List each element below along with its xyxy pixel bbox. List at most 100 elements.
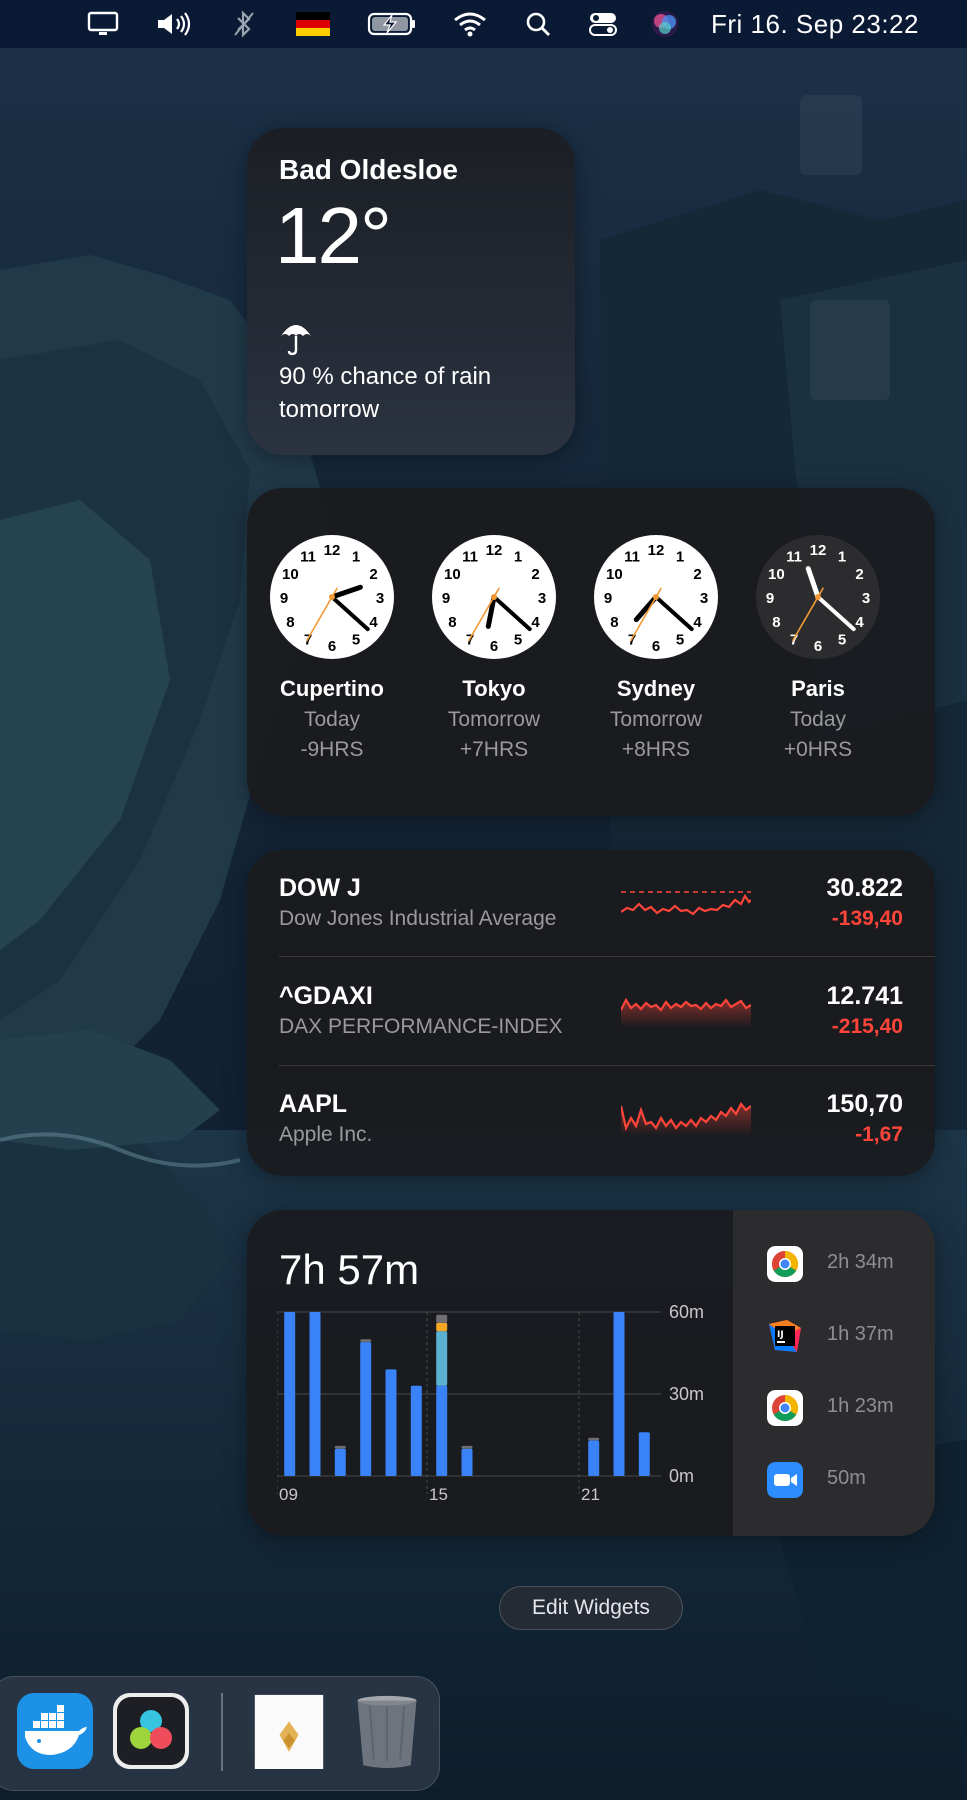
usage-bar (284, 1312, 296, 1476)
stocks-widget[interactable]: DOW J Dow Jones Industrial Average 30.82… (247, 850, 935, 1176)
usage-bar (410, 1385, 422, 1476)
svg-text:5: 5 (676, 632, 684, 649)
docker-icon[interactable] (17, 1693, 93, 1769)
svg-text:12: 12 (324, 542, 341, 559)
world-clock-tokyo[interactable]: 123456789101112TokyoTomorrow+7HRS (419, 534, 569, 762)
stock-change: -215,40 (831, 1015, 903, 1038)
battery-charging-icon[interactable] (366, 0, 418, 48)
dock-separator (221, 1693, 223, 1771)
intellij-icon: IJ (769, 1320, 801, 1352)
svg-text:11: 11 (462, 548, 478, 565)
usage-bar (436, 1314, 448, 1323)
app-usage-item[interactable]: 1h 23m (767, 1390, 927, 1430)
clock-offset: +8HRS (621, 738, 691, 761)
menu-bar: Fri 16. Sep 23:22 (0, 0, 967, 48)
stock-row[interactable]: ^GDAXI DAX PERFORMANCE-INDEX 12.741 -215… (279, 958, 935, 1066)
svg-text:8: 8 (448, 614, 456, 631)
chrome-icon (767, 1390, 803, 1426)
svg-text:3: 3 (538, 590, 546, 607)
world-clock-cupertino[interactable]: 123456789101112CupertinoToday-9HRS (257, 534, 407, 762)
svg-text:11: 11 (786, 548, 802, 565)
analog-clock-face: 123456789101112 (270, 535, 394, 659)
clock-city: Paris (791, 676, 845, 701)
usage-bar (334, 1445, 346, 1449)
svg-text:1: 1 (352, 548, 360, 565)
svg-text:10: 10 (282, 566, 299, 583)
svg-text:1: 1 (838, 548, 846, 565)
clock-offset: +7HRS (459, 738, 529, 761)
usage-bar (613, 1312, 625, 1476)
world-clock-sydney[interactable]: 123456789101112SydneyTomorrow+8HRS (581, 534, 731, 762)
davinci-resolve-icon[interactable] (113, 1693, 189, 1769)
stock-row[interactable]: AAPL Apple Inc. 150,70 -1,67 (279, 1066, 935, 1174)
usage-bar (588, 1440, 600, 1476)
svg-text:9: 9 (280, 590, 288, 607)
control-center-icon[interactable] (588, 0, 618, 48)
wifi-icon[interactable] (452, 0, 488, 48)
svg-text:11: 11 (624, 548, 640, 565)
app-usage-item[interactable]: IJ 1h 37m (767, 1318, 927, 1358)
svg-text:5: 5 (352, 632, 360, 649)
trash-icon[interactable] (349, 1693, 425, 1769)
siri-icon[interactable] (650, 0, 680, 48)
world-clock-paris[interactable]: 123456789101112ParisToday+0HRS (743, 534, 893, 762)
y-tick-label: 0m (669, 1466, 694, 1486)
stock-symbol: DOW J (279, 874, 361, 902)
svg-text:6: 6 (814, 638, 822, 655)
screen-time-widget[interactable]: 7h 57m 60m 30m 0m 09 15 21 2h 34m IJ 1h … (247, 1210, 935, 1536)
svg-text:5: 5 (514, 632, 522, 649)
display-icon[interactable] (86, 0, 120, 48)
svg-text:IJ: IJ (777, 1330, 784, 1340)
search-icon[interactable] (524, 0, 552, 48)
usage-bar (461, 1448, 473, 1476)
usage-bar (638, 1432, 650, 1476)
weather-city: Bad Oldesloe (279, 154, 458, 185)
stock-name: DAX PERFORMANCE-INDEX (279, 1015, 563, 1038)
bluetooth-icon[interactable] (230, 0, 258, 48)
svg-text:9: 9 (766, 590, 774, 607)
svg-text:1: 1 (514, 548, 522, 565)
svg-text:4: 4 (855, 614, 864, 631)
german-flag-icon[interactable] (296, 0, 330, 48)
usage-bar (436, 1331, 448, 1386)
app-usage-item[interactable]: 50m (767, 1462, 927, 1502)
app-usage-duration: 1h 37m (827, 1323, 894, 1345)
stock-name: Dow Jones Industrial Average (279, 907, 557, 930)
svg-text:3: 3 (862, 590, 870, 607)
svg-text:8: 8 (610, 614, 618, 631)
stock-price: 150,70 (826, 1090, 903, 1118)
weather-widget[interactable]: Bad Oldesloe 12° 90 % chance of rain tom… (247, 128, 575, 455)
svg-text:10: 10 (768, 566, 785, 583)
zoom-icon (767, 1462, 803, 1498)
svg-text:12: 12 (486, 542, 503, 559)
usage-bar (334, 1448, 346, 1476)
svg-text:10: 10 (606, 566, 623, 583)
menu-bar-clock[interactable]: Fri 16. Sep 23:22 (711, 0, 919, 48)
x-tick-label: 09 (279, 1485, 298, 1504)
y-tick-label: 30m (669, 1384, 704, 1404)
svg-text:9: 9 (604, 590, 612, 607)
x-tick-label: 15 (429, 1485, 448, 1504)
stock-change: -1,67 (855, 1123, 903, 1146)
svg-text:6: 6 (328, 638, 336, 655)
svg-text:3: 3 (376, 590, 384, 607)
desktop-folder-faint (800, 95, 862, 175)
clock-day: Today (303, 708, 361, 731)
svg-text:2: 2 (693, 566, 701, 583)
weather-forecast: 90 % chance of rain tomorrow (279, 363, 492, 423)
world-clock-widget[interactable]: 123456789101112CupertinoToday-9HRS123456… (247, 488, 935, 816)
app-usage-item[interactable]: 2h 34m (767, 1246, 927, 1286)
stock-symbol: ^GDAXI (279, 982, 373, 1010)
svg-text:5: 5 (838, 632, 846, 649)
screen-time-app-list: 2h 34m IJ 1h 37m 1h 23m 50m (733, 1210, 935, 1536)
stock-row[interactable]: DOW J Dow Jones Industrial Average 30.82… (279, 850, 935, 958)
svg-text:8: 8 (286, 614, 294, 631)
svg-text:9: 9 (442, 590, 450, 607)
edit-widgets-button[interactable]: Edit Widgets (499, 1586, 683, 1630)
document-icon[interactable] (251, 1693, 327, 1769)
stock-symbol: AAPL (279, 1090, 348, 1118)
usage-bar (360, 1342, 372, 1476)
sparkline-icon (621, 891, 751, 916)
volume-icon[interactable] (154, 0, 194, 48)
app-usage-duration: 2h 34m (827, 1251, 894, 1273)
